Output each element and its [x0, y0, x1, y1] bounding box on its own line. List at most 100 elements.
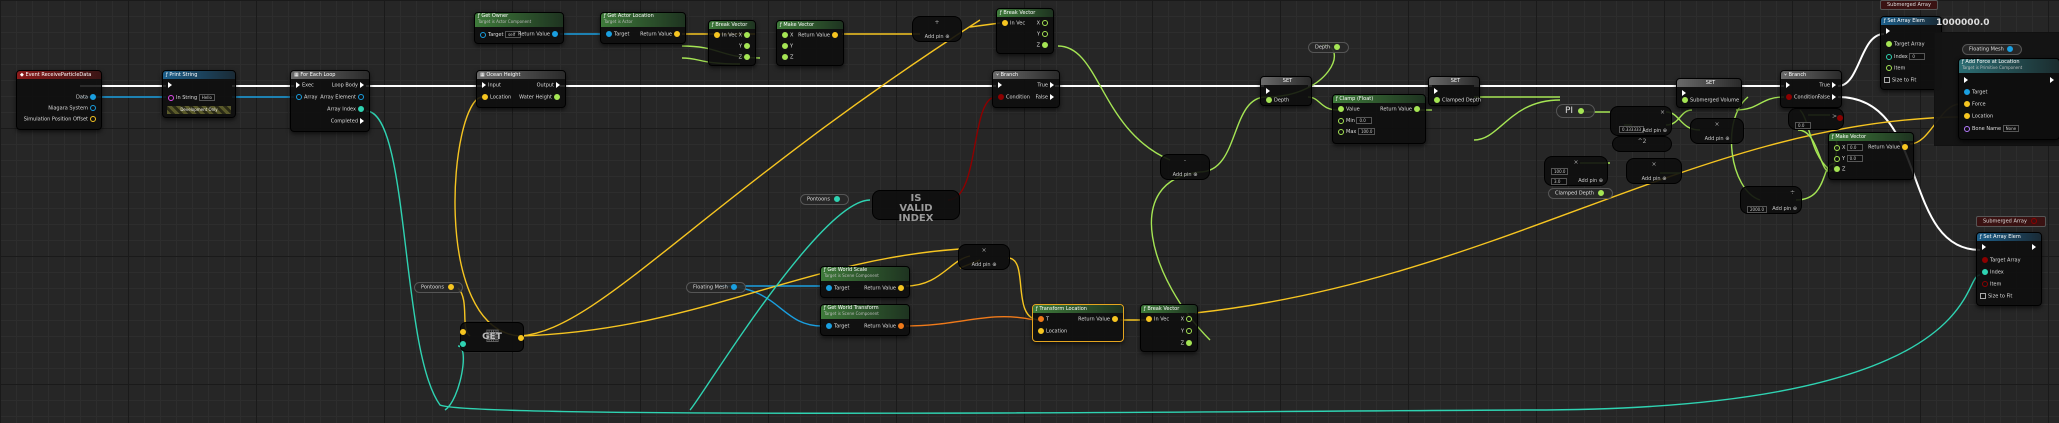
in-vec-pin[interactable]: In Vec — [712, 32, 737, 39]
bone-name-pin[interactable]: Bone Name None — [1962, 125, 2020, 132]
multiply-node[interactable]: × Add pin ⊕ — [1626, 158, 1682, 184]
exec-out-pin[interactable] — [2030, 244, 2038, 251]
add-pin-button[interactable]: Add pin ⊕ — [1611, 128, 1671, 134]
t-pin[interactable]: T — [1036, 316, 1049, 323]
in-vec-pin[interactable]: In Vec — [1144, 316, 1169, 323]
checkbox-icon[interactable] — [1980, 293, 1986, 299]
location-pin[interactable]: Location — [480, 94, 511, 101]
false-pin[interactable]: False — [1035, 94, 1056, 101]
exec-in-pin[interactable]: Exec — [294, 82, 314, 89]
x-pin[interactable]: X — [1181, 316, 1194, 323]
add-pin-button[interactable]: Add pin ⊕ — [1627, 176, 1681, 182]
true-pin[interactable]: True — [1819, 82, 1838, 89]
set-depth-node[interactable]: SET Depth — [1260, 76, 1312, 106]
condition-pin[interactable]: Condition — [996, 94, 1030, 101]
return-value-pin[interactable]: Return Value — [798, 32, 840, 39]
multiply-node[interactable]: × 100.0 3.0 Add pin ⊕ — [1544, 156, 1608, 186]
get-actor-location-node[interactable]: ƒ Get Actor Location Target is Actor Targ… — [600, 12, 686, 44]
transform-location-node[interactable]: ƒ Transform Location T Location Return V… — [1032, 304, 1124, 342]
clamp-float-node[interactable]: ƒ Clamp (Float) Value Min 0.0 Max 100.0 … — [1332, 94, 1426, 144]
depth-pin[interactable]: Depth — [1264, 97, 1289, 104]
submerged-array-variable[interactable]: Submerged Array — [1880, 0, 1938, 10]
add-pin-button[interactable]: Add pin ⊕ — [1545, 178, 1607, 184]
x-pin[interactable]: X — [739, 32, 752, 39]
add-pin-button[interactable]: Add pin ⊕ — [1161, 172, 1209, 178]
add-force-at-location-node[interactable]: ƒ Add Force at Location Target is Primiti… — [1958, 58, 2059, 140]
branch-node[interactable]: ⑂ Branch Condition True False — [992, 70, 1060, 108]
in-string-pin[interactable]: In String Hello — [166, 94, 215, 101]
simulation-position-offset-pin[interactable]: Simulation Position Offset — [24, 116, 98, 123]
get-owner-node[interactable]: ƒ Get Owner Target is Actor Component Tar… — [474, 12, 564, 44]
location-pin[interactable]: Location — [1962, 113, 1993, 120]
bone-name-input[interactable]: None — [2002, 125, 2020, 132]
pontoons-variable[interactable]: Pontoons — [414, 282, 463, 293]
exec-in-pin[interactable] — [996, 82, 1004, 89]
y-pin[interactable]: Y — [1181, 328, 1194, 335]
true-pin[interactable]: True — [1037, 82, 1056, 89]
set-submerged-volume-node[interactable]: SET Submerged Volume — [1676, 78, 1742, 108]
greater-than-node[interactable]: 0.0 > — [1788, 108, 1844, 130]
force-pin[interactable]: Force — [1962, 101, 1986, 108]
divide-node[interactable]: ÷ 2000.0 Add pin ⊕ — [1740, 186, 1802, 214]
power-node[interactable]: ^2 — [1612, 136, 1672, 152]
min-pin[interactable]: Min 0.0 — [1336, 117, 1373, 124]
y-pin[interactable]: Y — [780, 43, 793, 50]
exec-in-pin[interactable] — [1784, 82, 1792, 89]
item-pin[interactable]: Item — [1980, 281, 2001, 288]
index-pin[interactable]: Index 0 — [1884, 53, 1926, 60]
x-pin[interactable]: X — [1037, 20, 1050, 27]
index-pin[interactable]: Index — [1980, 269, 2004, 276]
exec-in-pin[interactable] — [1980, 244, 1988, 251]
print-string-node[interactable]: ƒ Print String In String Hello Developme… — [162, 70, 236, 118]
event-receive-particle-data-node[interactable]: ◆ Event ReceiveParticleData Data Niagara… — [16, 70, 102, 130]
target-pin[interactable]: Target — [824, 323, 849, 330]
depth-variable[interactable]: Depth — [1308, 42, 1349, 53]
y-input[interactable]: 0.0 — [1846, 155, 1863, 162]
exec-in-pin[interactable] — [1264, 88, 1272, 95]
array-element-pin[interactable]: Array Element — [320, 94, 366, 101]
set-clamped-depth-node[interactable]: SET Clamped Depth — [1428, 76, 1481, 106]
return-value-pin[interactable]: Return Value — [1078, 316, 1120, 323]
target-array-pin[interactable]: Target Array — [1980, 257, 2021, 264]
loop-body-pin[interactable]: Loop Body — [332, 82, 366, 89]
output-pin[interactable]: Output — [537, 82, 562, 89]
return-value-pin[interactable]: Return Value — [1380, 106, 1422, 113]
break-vector-node[interactable]: ƒ Break Vector In Vec X Y Z — [708, 20, 756, 66]
floating-mesh-variable[interactable]: Floating Mesh — [1962, 44, 2023, 55]
false-pin[interactable]: False — [1817, 94, 1838, 101]
subtract-node[interactable]: - Add pin ⊕ — [1160, 154, 1210, 180]
pi-node[interactable]: PI — [1556, 104, 1595, 118]
exec-in-pin[interactable] — [1680, 90, 1688, 97]
min-input[interactable]: 0.0 — [1356, 117, 1373, 124]
z-pin[interactable]: Z — [1181, 340, 1194, 347]
completed-pin[interactable]: Completed — [331, 118, 366, 125]
x-input[interactable]: 0.0 — [1847, 144, 1864, 151]
ocean-height-node[interactable]: ▦ Ocean Height Input Location Output Wat… — [476, 70, 566, 108]
z-pin[interactable]: Z — [780, 54, 793, 61]
index-input[interactable]: 0 — [1909, 53, 1926, 60]
set-array-elem-node[interactable]: ƒ Set Array Elem Target Array Index Item… — [1976, 232, 2042, 306]
size-to-fit-pin[interactable]: Size to Fit — [1884, 77, 1916, 84]
multiply-node[interactable]: × 0.333333 Add pin ⊕ — [1610, 106, 1672, 136]
return-value-pin[interactable]: Return Value — [640, 31, 682, 38]
exec-out-pin[interactable] — [2048, 77, 2056, 84]
niagara-system-pin[interactable]: Niagara System — [48, 105, 98, 112]
get-world-transform-node[interactable]: ƒ Get World Transform Target is Scene Com… — [820, 304, 910, 336]
add-node[interactable]: + Add pin ⊕ — [912, 16, 962, 42]
in-vec-pin[interactable]: In Vec — [1000, 20, 1025, 27]
return-value-pin[interactable]: Return Value — [1868, 144, 1910, 151]
size-to-fit-pin[interactable]: Size to Fit — [1980, 293, 2012, 300]
multiply-node[interactable]: × Add pin ⊕ — [1690, 118, 1744, 144]
z-pin[interactable]: Z — [739, 54, 752, 61]
y-pin[interactable]: Y — [1037, 31, 1050, 38]
water-height-pin[interactable]: Water Height — [519, 94, 562, 101]
multiply-node[interactable]: × Add pin ⊕ — [958, 244, 1010, 270]
array-pin[interactable]: Array — [294, 94, 317, 101]
checkbox-icon[interactable] — [1884, 77, 1890, 83]
z-pin[interactable]: Z — [1832, 166, 1845, 173]
target-array-pin[interactable]: Target Array — [1884, 41, 1925, 48]
get-world-scale-node[interactable]: ƒ Get World Scale Target is Scene Compone… — [820, 266, 910, 298]
exec-in-pin[interactable] — [1884, 28, 1892, 35]
x-pin[interactable]: X — [780, 32, 793, 39]
for-each-loop-node[interactable]: ▦ For Each Loop Exec Array Loop Body Arr… — [290, 70, 370, 132]
